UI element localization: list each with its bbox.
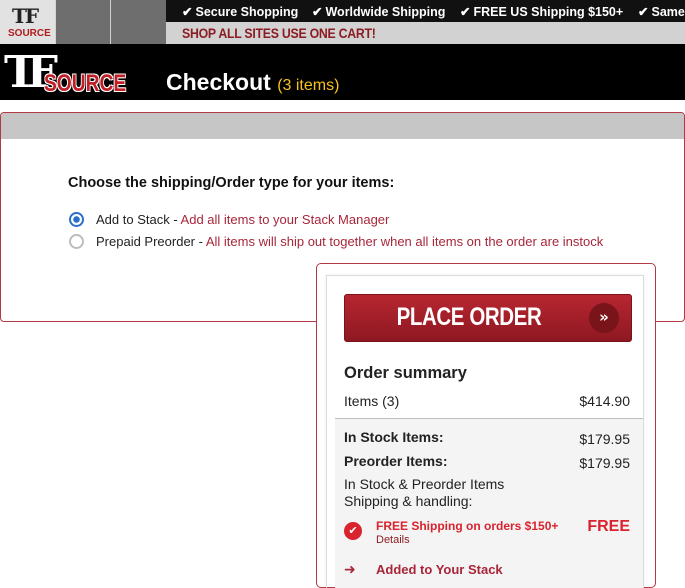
- preorder-label: Preorder Items:: [344, 453, 448, 469]
- order-summary-title: Order summary: [344, 364, 467, 382]
- shipping-question: Choose the shipping/Order type for your …: [68, 175, 395, 191]
- option-label: Prepaid Preorder -: [96, 234, 206, 249]
- check-icon: ✔: [460, 5, 471, 19]
- free-shipping-text: FREE Shipping on orders $150+: [376, 519, 559, 533]
- order-summary-card: PLACE ORDER » Order summary Items (3) $4…: [316, 263, 656, 588]
- shipping-line-1: In Stock & Preorder Items: [344, 476, 505, 492]
- arrow-right-icon: ➜: [344, 562, 356, 578]
- promo-same: ✔ Same: [638, 5, 685, 19]
- tfsource-logo[interactable]: TF SOURCE: [4, 48, 139, 98]
- checkout-title-text: Checkout: [166, 69, 271, 95]
- option-add-to-stack[interactable]: Add to Stack - Add all items to your Sta…: [69, 212, 389, 227]
- tfsource-mini-logo: TF SOURCE: [8, 4, 51, 40]
- check-icon: ✔: [312, 5, 323, 19]
- check-circle-icon: ✔: [344, 522, 362, 540]
- promo-free-us-shipping: ✔ FREE US Shipping $150+: [460, 5, 624, 19]
- radio-prepaid-preorder[interactable]: [69, 234, 84, 249]
- preorder-value: $179.95: [579, 455, 630, 471]
- site-tab-tfsource[interactable]: TF SOURCE: [0, 0, 55, 44]
- place-order-label: PLACE ORDER: [396, 303, 542, 331]
- items-value: $414.90: [579, 393, 630, 409]
- option-prepaid-preorder[interactable]: Prepaid Preorder - All items will ship o…: [69, 234, 603, 249]
- mini-logo-tf: TF: [12, 4, 39, 28]
- free-shipping-line: ✔ FREE Shipping on orders $150+ Details …: [344, 518, 630, 549]
- promo-secure-shopping: ✔ Secure Shopping: [182, 5, 299, 19]
- shop-all-sites-banner[interactable]: SHOP ALL SITES USE ONE CART!: [182, 25, 376, 41]
- order-summary-inner: PLACE ORDER » Order summary Items (3) $4…: [326, 275, 644, 588]
- free-shipping-details-link[interactable]: Details: [376, 534, 410, 546]
- shipping-line-2: Shipping & handling:: [344, 493, 473, 509]
- option-description: All items will ship out together when al…: [205, 234, 604, 249]
- preorder-row: Preorder Items: $179.95: [344, 453, 630, 471]
- items-row: Items (3) $414.90: [344, 393, 630, 409]
- promo-worldwide-shipping: ✔ Worldwide Shipping: [312, 5, 446, 19]
- check-icon: ✔: [638, 5, 649, 19]
- check-icon: ✔: [182, 5, 193, 19]
- option-label: Add to Stack -: [96, 212, 181, 227]
- logo-source: SOURCE: [44, 70, 127, 97]
- added-to-stack-line: ➜ Added to Your Stack: [344, 562, 630, 578]
- site-tab-3[interactable]: [111, 0, 166, 44]
- item-count: (3 items): [277, 77, 340, 94]
- double-chevron-right-icon: »: [589, 303, 619, 333]
- top-site-bar: TF SOURCE ✔ Secure Shopping ✔ Worldwide Sh…: [0, 0, 685, 44]
- items-label: Items (3): [344, 393, 400, 409]
- radio-add-to-stack[interactable]: [69, 212, 84, 227]
- panel-header-bar: [1, 113, 684, 139]
- shipping-handling-row: In Stock & Preorder Items Shipping & han…: [344, 476, 630, 510]
- promo-strip: ✔ Secure Shopping ✔ Worldwide Shipping ✔ FR…: [166, 0, 685, 22]
- mini-logo-source: SOURCE: [8, 28, 51, 39]
- option-description: Add all items to your Stack Manager: [180, 212, 390, 227]
- added-to-stack-text: Added to Your Stack: [376, 562, 503, 577]
- page: TF SOURCE ✔ Secure Shopping ✔ Worldwide Sh…: [0, 0, 685, 588]
- site-tab-2[interactable]: [56, 0, 110, 44]
- instock-value: $179.95: [579, 431, 630, 447]
- instock-label: In Stock Items:: [344, 429, 444, 445]
- logo-tf: TF: [4, 47, 58, 98]
- page-title: Checkout (3 items): [166, 69, 339, 96]
- place-order-button[interactable]: PLACE ORDER »: [344, 294, 632, 342]
- shipping-value: FREE: [587, 518, 630, 535]
- instock-row: In Stock Items: $179.95: [344, 429, 630, 447]
- checkout-header: TF SOURCE Checkout (3 items): [0, 44, 685, 100]
